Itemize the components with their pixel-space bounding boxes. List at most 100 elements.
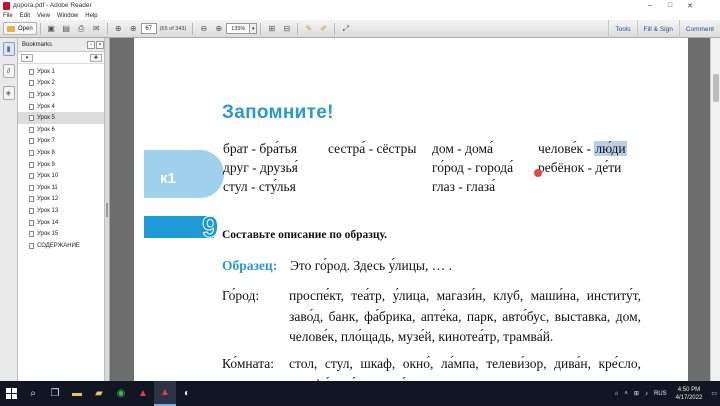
notifications-icon[interactable]: ▭ (711, 390, 717, 397)
highlight-icon[interactable]: ✐ (318, 23, 329, 34)
toolbar-divider (334, 22, 336, 35)
bookmark-label: СОДЕРЖАНИЕ (37, 242, 80, 249)
adobe-reader-taskbar-icon[interactable]: ▲ (154, 381, 176, 406)
new-bookmark-icon[interactable]: ✚ (90, 53, 102, 62)
bookmark-item[interactable]: Урок 8 (18, 147, 104, 159)
tools-tab[interactable]: Tools (608, 20, 636, 38)
zoom-in-icon[interactable]: ⊕ (213, 23, 224, 34)
print-icon[interactable]: ⎙ (76, 23, 87, 34)
start-button[interactable] (0, 381, 22, 406)
volume-icon[interactable]: ♪ (645, 391, 648, 397)
word-pair: ребёнок - де́ти (538, 160, 622, 175)
menu-view[interactable]: View (37, 13, 50, 19)
bookmark-item[interactable]: Урок 1 (18, 66, 104, 78)
bookmark-item[interactable]: Урок 4 (18, 101, 104, 113)
word-pair: го́род - города́ (432, 160, 514, 175)
open-label: Open (18, 25, 33, 32)
save-icon[interactable]: ▤ (61, 23, 72, 34)
toolbar-right-tabs: Tools Fill & Sign Comment (608, 20, 720, 38)
zoom-out-icon[interactable]: ⊖ (198, 23, 209, 34)
fill-sign-tab[interactable]: Fill & Sign (636, 20, 679, 38)
comment-tab[interactable]: Comment (678, 20, 720, 38)
attachments-icon[interactable]: ∂ (2, 64, 15, 78)
task-view-icon[interactable]: ❐ (44, 381, 66, 406)
bookmark-item[interactable]: Урок 9 (18, 159, 104, 171)
sample-label: Образец: (222, 258, 278, 273)
menu-help[interactable]: Help (85, 13, 97, 19)
vertical-scrollbar[interactable] (710, 38, 720, 381)
bookmark-item[interactable]: Урок 12 (18, 194, 104, 206)
bookmark-label: Урок 9 (37, 161, 55, 168)
word-pair: челове́к - лю́ди (538, 141, 627, 157)
search-icon[interactable]: ⌕ (22, 381, 44, 406)
bookmark-label: Урок 15 (37, 231, 59, 238)
menu-edit[interactable]: Edit (20, 13, 30, 19)
create-pdf-icon[interactable]: ▣ (46, 23, 57, 34)
bookmark-label: Урок 14 (37, 219, 59, 226)
zoom-input[interactable]: 135% (226, 23, 251, 34)
bookmark-item[interactable]: Урок 15 (18, 228, 104, 240)
acrobat-icon[interactable]: ▲ (132, 381, 154, 406)
bookmark-label: Урок 13 (37, 207, 59, 214)
bookmark-item[interactable]: Урок 10 (18, 170, 104, 182)
bookmark-page-icon (29, 80, 34, 87)
toolbar-divider (106, 22, 108, 35)
highlighted-word[interactable]: лю́ди (594, 141, 627, 156)
people-icon[interactable]: ⌂ (615, 391, 619, 397)
open-button[interactable]: Open (3, 22, 37, 35)
bookmark-item[interactable]: Урок 5 (18, 112, 104, 124)
email-icon[interactable]: ✉ (91, 23, 102, 34)
close-button[interactable]: ✕ (680, 0, 700, 11)
chrome-icon[interactable]: ◉ (110, 381, 132, 406)
bookmark-label: Урок 4 (37, 103, 55, 110)
menu-bar: File Edit View Window Help (0, 11, 720, 20)
bookmark-item[interactable]: Урок 11 (18, 182, 104, 194)
bookmarks-panel: Bookmarks ▫ × ▾ ✚ Урок 1 Урок 2 Урок 3 Урок… (18, 38, 105, 381)
exercise-number: 9 (202, 211, 220, 245)
panel-close-icon[interactable]: × (96, 41, 104, 49)
splitter-grip[interactable] (106, 203, 108, 217)
clock[interactable]: 4:50 PM 4/17/2022 (676, 386, 703, 402)
bookmark-item[interactable]: Урок 14 (18, 217, 104, 229)
bookmarks-panel-icon[interactable]: ▮ (2, 42, 15, 56)
scrollbar-thumb[interactable] (713, 74, 719, 102)
word-pair: брат - бра́тья (223, 141, 297, 156)
bookmark-label: Урок 2 (37, 80, 55, 87)
bookmark-item[interactable]: Урок 3 (18, 89, 104, 101)
bookmark-page-icon (29, 173, 34, 180)
fit-width-icon[interactable]: ⊟ (281, 23, 292, 34)
panel-options-icon[interactable]: ▫ (87, 41, 95, 49)
language-indicator[interactable]: RUS (654, 391, 667, 397)
page-number-input[interactable]: 67 (140, 23, 157, 34)
bookmark-label: Урок 8 (37, 149, 55, 156)
network-icon[interactable]: ⊞ (634, 390, 639, 397)
minimize-button[interactable]: – (640, 0, 660, 11)
bookmark-item[interactable]: СОДЕРЖАНИЕ (18, 240, 104, 252)
bookmark-item[interactable]: Урок 7 (18, 136, 104, 148)
cursor-dot-icon (534, 169, 542, 177)
layers-icon[interactable]: ◈ (2, 86, 15, 100)
show-hidden-icons-icon[interactable]: ˄ (624, 391, 628, 397)
page-count: (65 of 343) (159, 25, 187, 32)
options-dropdown-icon[interactable]: ▾ (21, 53, 33, 62)
media-app-icon[interactable]: ◐ (176, 381, 198, 406)
word-pair: сестра́ - сёстры (328, 141, 417, 156)
explorer-app-icon[interactable]: ▰ (88, 381, 110, 406)
menu-window[interactable]: Window (57, 13, 78, 19)
bookmark-item[interactable]: Урок 2 (18, 78, 104, 90)
bookmark-page-icon (29, 161, 34, 168)
maximize-button[interactable]: □ (660, 0, 680, 11)
zoom-dropdown-icon[interactable]: ▾ (250, 23, 258, 34)
bookmark-item[interactable]: Урок 13 (18, 205, 104, 217)
fit-page-icon[interactable]: ⊞ (266, 23, 277, 34)
word-pair: стул - сту́лья (223, 179, 296, 194)
comment-icon[interactable]: ✎ (303, 23, 314, 34)
menu-file[interactable]: File (3, 13, 13, 19)
bookmarks-toolbar: ▾ ✚ (18, 52, 104, 64)
file-explorer-icon[interactable]: ▬ (66, 381, 88, 406)
folder-icon (7, 25, 15, 32)
bookmark-item[interactable]: Урок 6 (18, 124, 104, 136)
expand-icon[interactable]: ⤢ (340, 23, 351, 34)
next-page-icon[interactable]: ⊕ (128, 23, 139, 34)
previous-page-icon[interactable]: ⊕ (113, 23, 124, 34)
